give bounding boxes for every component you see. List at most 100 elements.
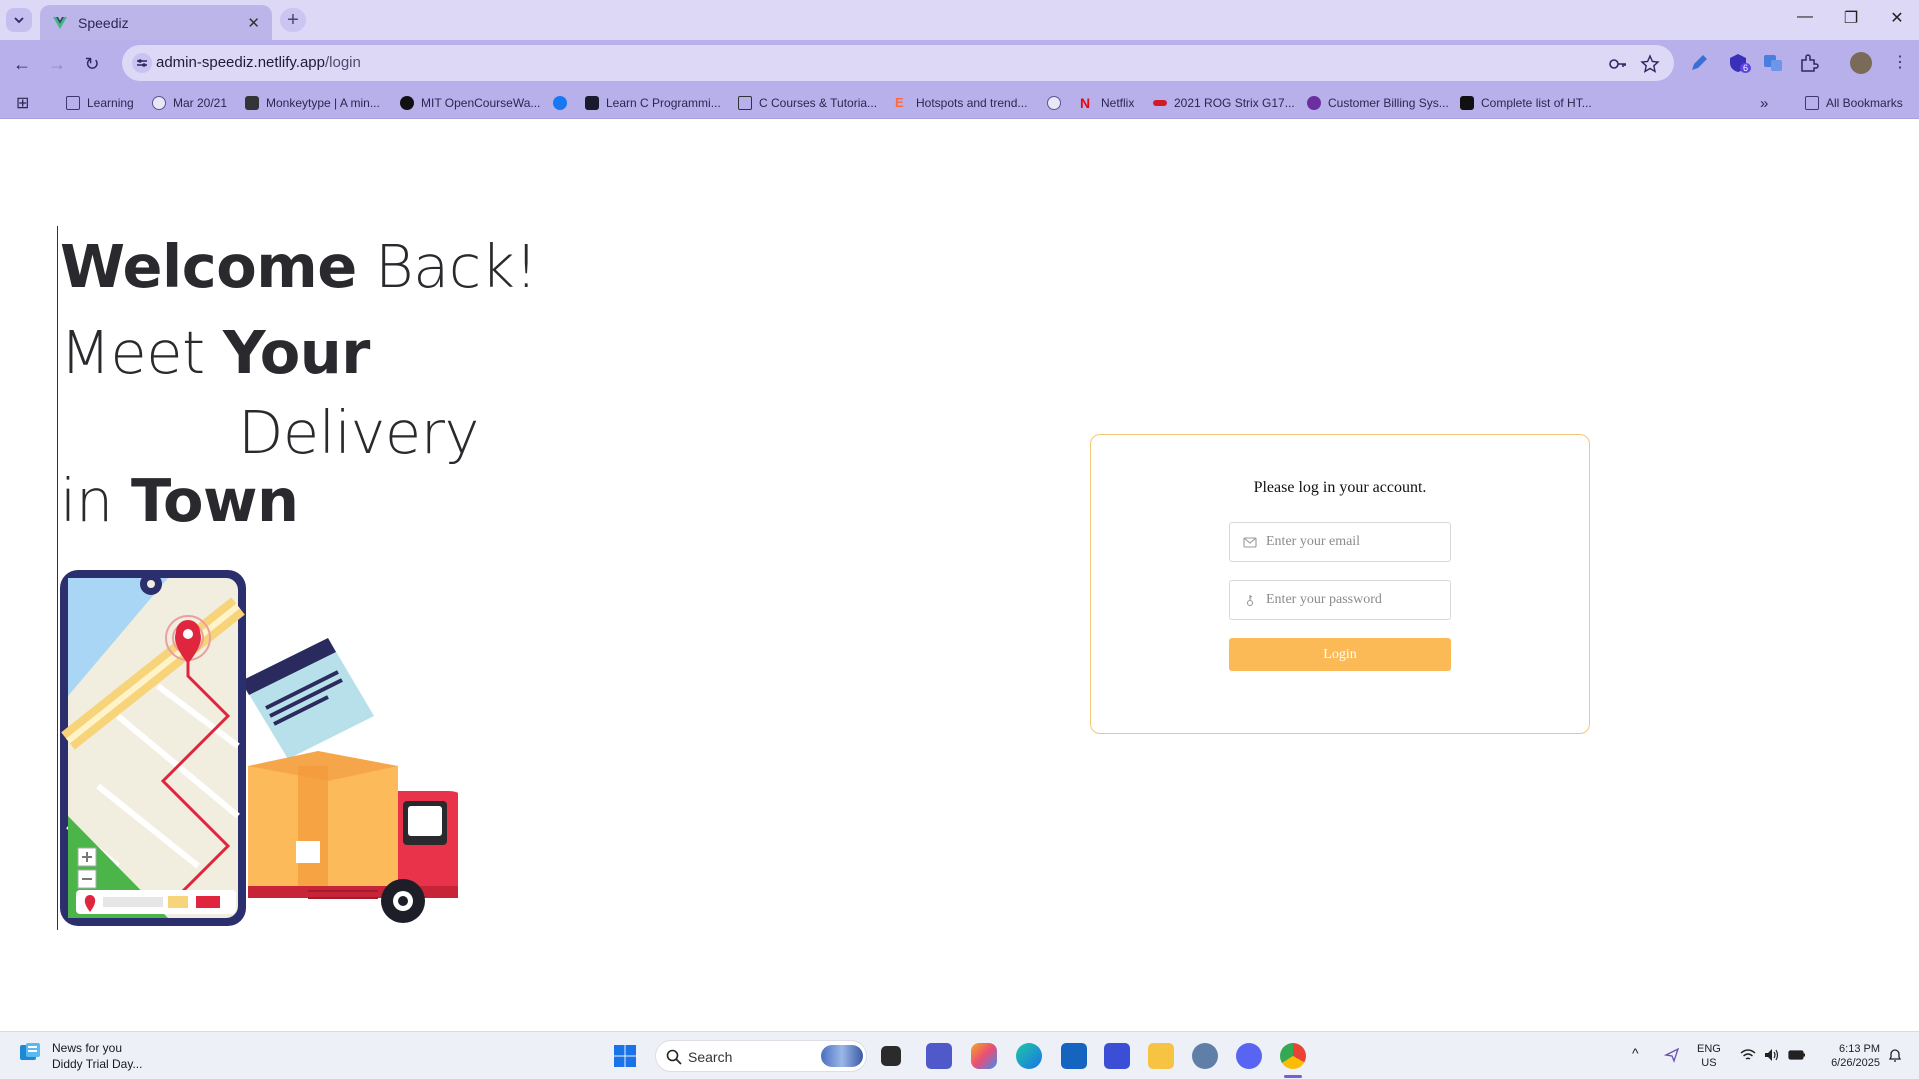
bookmark-html-list[interactable]: Complete list of HT... (1460, 93, 1592, 113)
taskbar-file-explorer-icon[interactable] (1148, 1043, 1174, 1069)
news-title: News for you (52, 1041, 123, 1055)
folder-icon (66, 96, 80, 110)
translate-extension-icon[interactable] (1762, 52, 1784, 74)
globe-icon (152, 96, 166, 110)
taskbar-copilot-icon[interactable] (971, 1043, 997, 1069)
bookmark-learning[interactable]: Learning (66, 93, 134, 113)
close-window-button[interactable]: ✕ (1877, 8, 1917, 28)
wifi-icon[interactable] (1740, 1048, 1756, 1062)
address-bar[interactable]: admin-speediz.netlify.app/login (122, 45, 1674, 81)
email-input[interactable] (1266, 523, 1446, 561)
puzzle-extensions-icon[interactable] (1798, 52, 1820, 74)
mit-icon (400, 96, 414, 110)
facebook-icon (553, 96, 567, 110)
bookmark-hotspots[interactable]: E Hotspots and trend... (895, 93, 1027, 113)
tab-speediz[interactable]: Speediz ✕ (40, 5, 272, 40)
hero-heading-line-2: Meet Your (60, 318, 370, 387)
hero-heading-line-1: Welcome Back! (60, 232, 538, 301)
learn-c-icon (585, 96, 599, 110)
bookmark-star-icon[interactable] (1640, 54, 1660, 74)
login-card: Please log in your account. Login (1090, 434, 1590, 734)
hero-heading-line-3: Delivery (238, 398, 479, 467)
document-illustration (241, 638, 374, 759)
send-arrow-icon[interactable] (1664, 1047, 1680, 1063)
site-info-icon[interactable] (132, 53, 152, 73)
taskbar-teams-icon[interactable] (926, 1043, 952, 1069)
bookmark-c-courses[interactable]: C Courses & Tutoria... (738, 93, 877, 113)
email-field[interactable] (1229, 522, 1451, 562)
bookmarks-bar: ⊞ Learning Mar 20/21 Monkeytype | A min.… (0, 86, 1919, 119)
bookmark-monkeytype[interactable]: Monkeytype | A min... (245, 93, 380, 113)
phone-map-illustration (60, 570, 246, 926)
rog-icon (1153, 100, 1167, 106)
tab-strip: Speediz ✕ + — ❐ ✕ (0, 0, 1919, 40)
bookmark-mar2021[interactable]: Mar 20/21 (152, 93, 227, 113)
password-key-icon[interactable] (1608, 54, 1628, 74)
bookmark-globe[interactable] (1047, 93, 1068, 113)
news-subtitle: Diddy Trial Day... (52, 1057, 143, 1071)
search-icon (666, 1049, 682, 1065)
close-tab-icon[interactable]: ✕ (247, 14, 260, 32)
taskbar-chrome-icon[interactable] (1280, 1043, 1306, 1069)
extension-badge-button[interactable]: 6 (1727, 52, 1753, 76)
login-title: Please log in your account. (1253, 479, 1427, 496)
login-page: Welcome Back! Meet Your Delivery in Town (0, 120, 1919, 1031)
all-bookmarks[interactable]: All Bookmarks (1805, 93, 1903, 113)
pen-extension-icon[interactable] (1688, 52, 1710, 74)
apps-grid-icon[interactable]: ⊞ (16, 93, 29, 113)
notification-bell-icon[interactable] (1887, 1047, 1903, 1063)
news-widget[interactable]: News for you Diddy Trial Day... (18, 1040, 142, 1072)
hero-heading-line-4: in Town (60, 466, 299, 535)
new-tab-button[interactable]: + (280, 8, 306, 32)
mail-icon (1243, 537, 1257, 548)
taskbar-store-icon[interactable] (1061, 1043, 1087, 1069)
globe-icon (1047, 96, 1061, 110)
bookmark-learn-c[interactable]: Learn C Programmi... (585, 93, 721, 113)
login-button[interactable]: Login (1229, 638, 1451, 671)
taskbar-globe-app-icon[interactable] (1192, 1043, 1218, 1069)
show-hidden-icons-chevron-icon[interactable]: ^ (1632, 1046, 1639, 1060)
truck-illustration (248, 751, 458, 923)
back-button[interactable]: ← (10, 52, 34, 76)
news-widget-icon (20, 1043, 40, 1060)
taskbar-discord-icon[interactable] (1236, 1043, 1262, 1069)
taskbar-visual-studio-icon[interactable] (1104, 1043, 1130, 1069)
password-input[interactable] (1266, 581, 1446, 619)
password-field[interactable] (1229, 580, 1451, 620)
bookmark-mit-ocw[interactable]: MIT OpenCourseWa... (400, 93, 540, 113)
volume-icon[interactable] (1764, 1048, 1780, 1062)
taskbar-edge-icon[interactable] (1016, 1043, 1042, 1069)
taskbar-search[interactable]: Search (655, 1040, 867, 1072)
reload-button[interactable]: ↻ (80, 52, 104, 76)
active-app-indicator (1284, 1075, 1302, 1078)
taskbar-terminal-icon[interactable] (881, 1046, 901, 1066)
browser-menu-icon[interactable]: ⋮ (1892, 52, 1908, 72)
profile-avatar[interactable] (1850, 52, 1872, 74)
minimize-button[interactable]: — (1785, 8, 1825, 26)
windows-start-icon[interactable] (613, 1044, 637, 1068)
vue-logo-icon (53, 16, 67, 29)
folder-icon (1805, 96, 1819, 110)
restore-button[interactable]: ❐ (1831, 8, 1871, 28)
bookmark-rog-strix[interactable]: 2021 ROG Strix G17... (1153, 93, 1295, 113)
language-indicator[interactable]: ENG US (1697, 1042, 1721, 1070)
ff-icon (1460, 96, 1474, 110)
extension-badge-count: 6 (1740, 63, 1752, 73)
key-icon (1246, 595, 1254, 607)
forward-button[interactable]: → (45, 52, 69, 76)
bookmark-facebook[interactable] (553, 93, 574, 113)
netflix-icon: N (1080, 95, 1091, 111)
billing-icon (1307, 96, 1321, 110)
bookmark-netflix[interactable]: N Netflix (1080, 93, 1134, 113)
bookmark-customer-billing[interactable]: Customer Billing Sys... (1307, 93, 1449, 113)
battery-icon[interactable] (1788, 1048, 1806, 1062)
windows-taskbar: News for you Diddy Trial Day... Search ^… (0, 1031, 1919, 1079)
delivery-illustration (60, 570, 458, 926)
more-bookmarks-chevron-icon[interactable]: » (1760, 93, 1768, 113)
clock[interactable]: 6:13 PM 6/26/2025 (1820, 1042, 1880, 1070)
courses-icon (738, 96, 752, 110)
tab-search-button[interactable] (6, 8, 32, 32)
exploding-topics-icon: E (895, 95, 904, 110)
hero-section: Welcome Back! Meet Your Delivery in Town (57, 226, 538, 930)
taskbar-search-label: Search (688, 1049, 733, 1065)
